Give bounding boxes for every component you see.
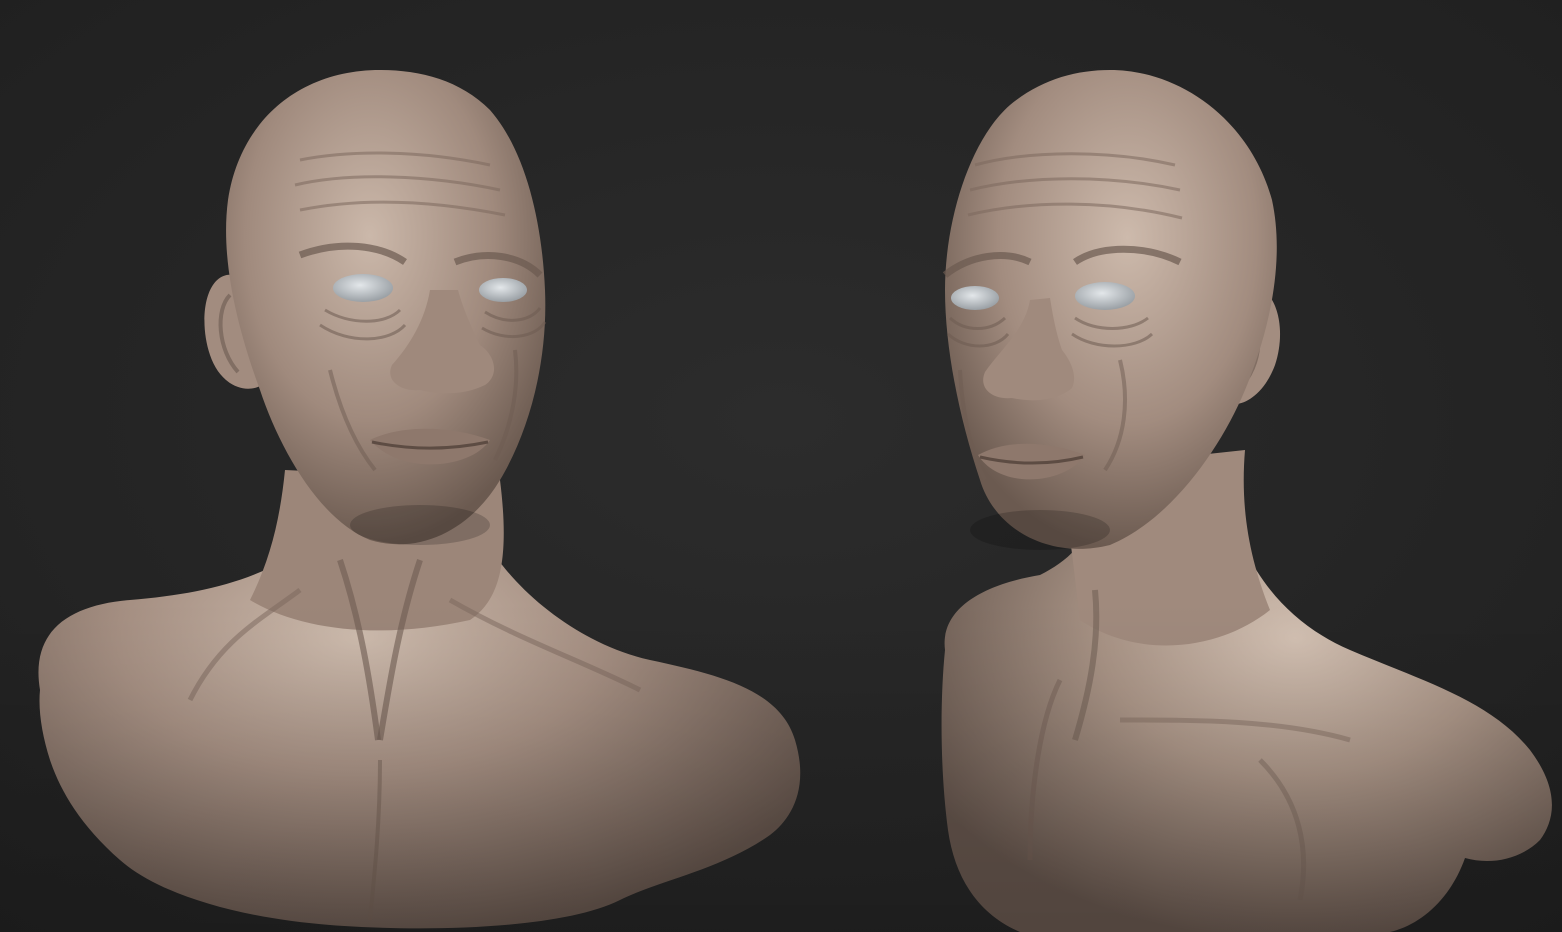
bust-right-chin-shadow [970, 510, 1110, 550]
bust-left-eye-left [479, 278, 527, 302]
bust-right-eye-right [951, 286, 999, 310]
render-canvas [0, 0, 1562, 932]
bust-left-eye-right [333, 274, 393, 302]
vignette [0, 600, 1562, 932]
bust-left-chin-shadow [350, 505, 490, 545]
bust-right-eye-left [1075, 282, 1135, 310]
render-viewport [0, 0, 1562, 932]
